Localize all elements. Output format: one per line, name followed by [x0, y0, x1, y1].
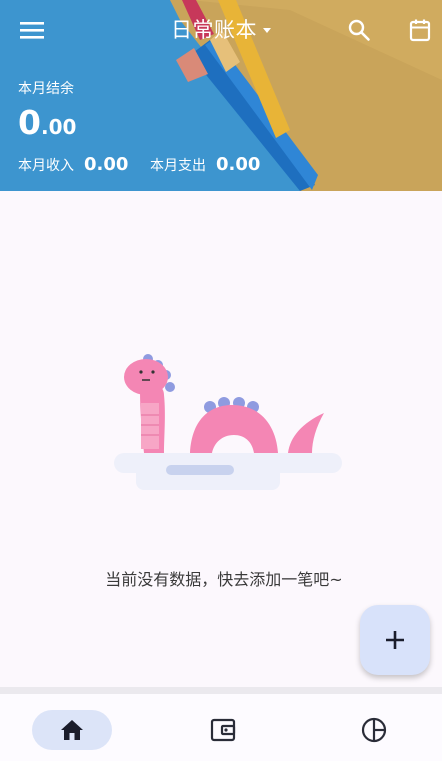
- nav-item-wallet[interactable]: [199, 710, 247, 750]
- expense-value: 0.00: [216, 154, 261, 175]
- calendar-icon: [409, 19, 431, 42]
- app-title: 日常账本: [171, 18, 257, 42]
- empty-state-message: 当前没有数据，快去添加一笔吧~: [105, 570, 343, 589]
- search-icon: [348, 19, 370, 41]
- nav-item-home[interactable]: [32, 710, 112, 750]
- home-icon: [61, 720, 83, 740]
- balance-integer: 0: [18, 103, 41, 142]
- pie-chart-icon: [361, 717, 387, 743]
- income-label: 本月收入: [18, 158, 74, 174]
- plus-icon: [386, 631, 404, 649]
- balance-label: 本月结余: [18, 81, 74, 97]
- bottom-navigation: [0, 694, 442, 761]
- calendar-button[interactable]: [400, 10, 440, 50]
- wallet-icon: [210, 718, 236, 742]
- expense-summary: 本月支出 0.00: [150, 154, 260, 175]
- income-summary: 本月收入 0.00: [18, 154, 128, 175]
- search-button[interactable]: [339, 10, 379, 50]
- income-value: 0.00: [84, 154, 129, 175]
- balance-amount: 0.00: [18, 103, 76, 142]
- balance-decimal: .00: [40, 115, 77, 139]
- top-app-bar: 日常账本: [0, 0, 442, 60]
- dinosaur-illustration: [114, 354, 342, 490]
- nav-item-statistics[interactable]: [350, 710, 398, 750]
- header-banner: 日常账本 本月结余 0.00 本月收入 0.00 本月支出 0.00: [0, 0, 442, 191]
- nav-divider: [0, 687, 442, 694]
- add-record-button[interactable]: [360, 605, 430, 675]
- chevron-down-icon: [263, 27, 271, 33]
- expense-label: 本月支出: [150, 158, 206, 174]
